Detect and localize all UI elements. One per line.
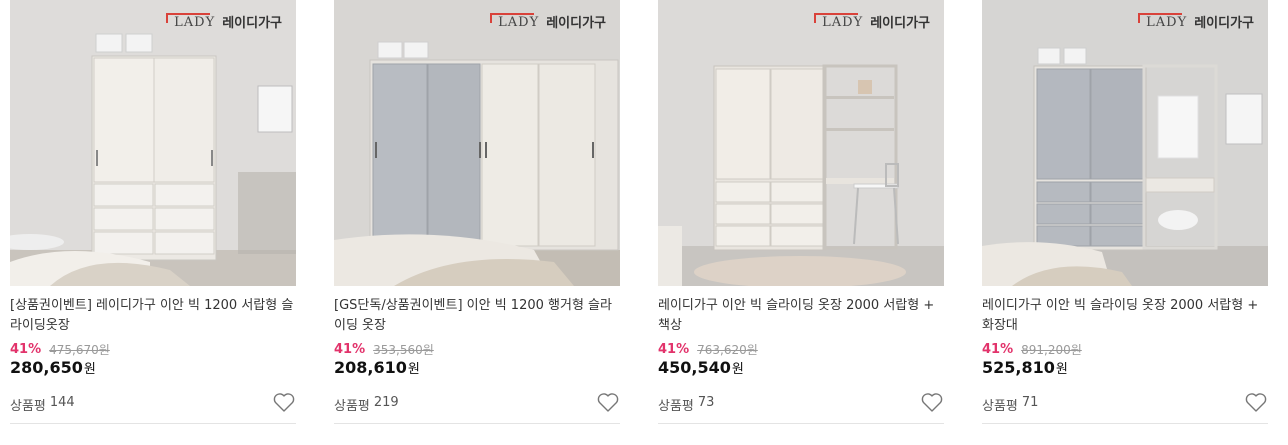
product-image[interactable]: LADY 레이디가구 [982, 0, 1268, 286]
brand-korean-text: 레이디가구 [222, 16, 282, 31]
price-line: 41% 475,670원 [10, 341, 110, 358]
price-line: 41% 353,560원 [334, 341, 434, 358]
discount-rate: 41% [334, 342, 366, 357]
brand-logo: LADY 레이디가구 [166, 12, 282, 31]
heart-outline-icon[interactable] [1244, 390, 1268, 414]
final-price-value: 208,610 [334, 358, 407, 377]
original-price: 353,560원 [373, 343, 434, 357]
heart-outline-icon[interactable] [920, 390, 944, 414]
brand-korean-text: 레이디가구 [1194, 16, 1254, 31]
brand-lady-text: LADY [1138, 13, 1189, 30]
review-count[interactable]: 상품평 71 [982, 395, 1038, 414]
product-image[interactable]: LADY 레이디가구 [334, 0, 620, 286]
currency-unit: 원 [1055, 362, 1068, 377]
currency-unit: 원 [83, 362, 96, 377]
original-price: 475,670원 [49, 343, 110, 357]
brand-lady-text: LADY [490, 13, 541, 30]
product-card[interactable]: LADY 레이디가구 레이디가구 이안 빅 슬라이딩 옷장 2000 서랍형 +… [658, 0, 944, 445]
product-image[interactable]: LADY 레이디가구 [658, 0, 944, 286]
brand-korean-text: 레이디가구 [870, 16, 930, 31]
original-price: 891,200원 [1021, 343, 1082, 357]
divider [982, 423, 1268, 424]
product-name[interactable]: [상품권이벤트] 레이디가구 이안 빅 1200 서랍형 슬라이딩옷장 [10, 296, 296, 336]
final-price: 280,650 원 [10, 358, 96, 377]
final-price: 525,810 원 [982, 358, 1068, 377]
final-price-value: 280,650 [10, 358, 83, 377]
brand-logo: LADY 레이디가구 [1138, 12, 1254, 31]
brand-logo: LADY 레이디가구 [814, 12, 930, 31]
product-card[interactable]: LADY 레이디가구 레이디가구 이안 빅 슬라이딩 옷장 2000 서랍형 +… [982, 0, 1268, 445]
product-card[interactable]: LADY 레이디가구 [GS단독/상품권이벤트] 이안 빅 1200 행거형 슬… [334, 0, 620, 445]
brand-lady-text: LADY [814, 13, 865, 30]
product-card[interactable]: LADY 레이디가구 [상품권이벤트] 레이디가구 이안 빅 1200 서랍형 … [10, 0, 296, 445]
brand-lady-text: LADY [166, 13, 217, 30]
divider [10, 423, 296, 424]
review-count[interactable]: 상품평 73 [658, 395, 714, 414]
final-price-value: 525,810 [982, 358, 1055, 377]
review-label: 상품평 [334, 399, 370, 414]
review-label: 상품평 [10, 399, 46, 414]
heart-outline-icon[interactable] [596, 390, 620, 414]
final-price: 208,610 원 [334, 358, 420, 377]
review-number: 73 [697, 395, 715, 410]
review-count[interactable]: 상품평 219 [334, 395, 399, 414]
discount-rate: 41% [658, 342, 690, 357]
review-label: 상품평 [982, 399, 1018, 414]
divider [334, 423, 620, 424]
review-count[interactable]: 상품평 144 [10, 395, 75, 414]
discount-rate: 41% [10, 342, 42, 357]
discount-rate: 41% [982, 342, 1014, 357]
brand-logo: LADY 레이디가구 [490, 12, 606, 31]
price-line: 41% 763,620원 [658, 341, 758, 358]
original-price: 763,620원 [697, 343, 758, 357]
currency-unit: 원 [407, 362, 420, 377]
product-name[interactable]: [GS단독/상품권이벤트] 이안 빅 1200 행거형 슬라이딩 옷장 [334, 296, 620, 336]
divider [658, 423, 944, 424]
review-number: 71 [1021, 395, 1039, 410]
product-grid: LADY 레이디가구 [상품권이벤트] 레이디가구 이안 빅 1200 서랍형 … [0, 0, 1288, 445]
currency-unit: 원 [731, 362, 744, 377]
product-name[interactable]: 레이디가구 이안 빅 슬라이딩 옷장 2000 서랍형 + 책상 [658, 296, 944, 336]
product-image[interactable]: LADY 레이디가구 [10, 0, 296, 286]
review-number: 144 [49, 395, 75, 410]
review-label: 상품평 [658, 399, 694, 414]
product-name[interactable]: 레이디가구 이안 빅 슬라이딩 옷장 2000 서랍형 + 화장대 [982, 296, 1268, 336]
heart-outline-icon[interactable] [272, 390, 296, 414]
final-price: 450,540 원 [658, 358, 744, 377]
review-number: 219 [373, 395, 399, 410]
brand-korean-text: 레이디가구 [546, 16, 606, 31]
price-line: 41% 891,200원 [982, 341, 1082, 358]
final-price-value: 450,540 [658, 358, 731, 377]
